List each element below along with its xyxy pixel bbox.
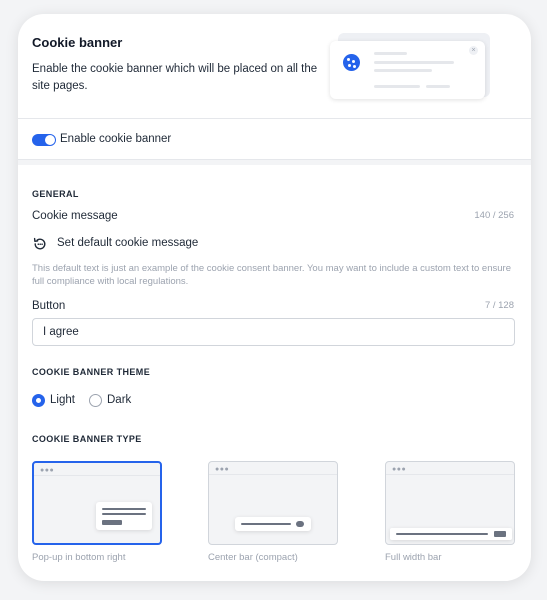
center-bar-preview	[235, 517, 311, 531]
theme-heading: COOKIE BANNER THEME	[32, 367, 151, 377]
window-dots-icon: ●●●	[392, 466, 407, 473]
toggle-knob	[45, 135, 55, 145]
general-heading: GENERAL	[32, 189, 79, 199]
preview-button	[296, 521, 304, 527]
button-counter: 7 / 128	[484, 300, 514, 311]
cookie-message-counter: 140 / 256	[474, 210, 514, 221]
button-label: Button	[32, 300, 66, 312]
reset-icon	[33, 237, 46, 250]
full-width-bar-preview	[390, 528, 512, 540]
settings-header: Cookie banner Enable the cookie banner w…	[18, 14, 531, 119]
page-title: Cookie banner	[32, 35, 123, 50]
radio-dot	[32, 394, 45, 407]
illustration-line	[374, 52, 407, 55]
cookie-icon	[343, 54, 360, 71]
popup-preview	[96, 502, 152, 530]
preview-line	[102, 513, 146, 515]
close-icon: ×	[469, 46, 478, 55]
illustration-button	[374, 85, 420, 88]
banner-type-popup-option[interactable]: ●●●	[32, 461, 162, 545]
illustration-line	[374, 61, 454, 64]
preview-button	[102, 520, 122, 525]
button-text-input[interactable]	[32, 318, 515, 346]
theme-light-label: Light	[50, 394, 75, 406]
illustration-button	[426, 85, 450, 88]
banner-type-full-width-option[interactable]: ●●●	[385, 461, 515, 545]
window-topbar	[34, 475, 160, 476]
banner-type-full-width-label: Full width bar	[385, 552, 442, 563]
cookie-message-label: Cookie message	[32, 210, 118, 222]
cookie-message-hint: This default text is just an example of …	[32, 263, 511, 287]
window-dots-icon: ●●●	[40, 467, 55, 474]
set-default-message-label: Set default cookie message	[57, 237, 199, 249]
enable-cookie-banner-toggle[interactable]	[32, 134, 56, 146]
window-topbar	[386, 474, 514, 475]
banner-type-popup-label: Pop-up in bottom right	[32, 552, 126, 563]
banner-type-center-bar-label: Center bar (compact)	[208, 552, 298, 563]
banner-type-heading: COOKIE BANNER TYPE	[32, 434, 142, 444]
preview-line	[241, 523, 291, 525]
banner-illustration: ×	[330, 41, 485, 99]
enable-cookie-banner-label: Enable cookie banner	[60, 133, 172, 145]
window-dots-icon: ●●●	[215, 466, 230, 473]
section-divider	[18, 159, 531, 165]
preview-line	[102, 508, 146, 510]
page-description: Enable the cookie banner which will be p…	[32, 63, 318, 92]
preview-line	[396, 533, 488, 535]
preview-button	[494, 531, 506, 537]
illustration-line	[374, 69, 432, 72]
window-topbar	[209, 474, 337, 475]
theme-dark-label: Dark	[107, 394, 132, 406]
cookie-banner-settings-card: Cookie banner Enable the cookie banner w…	[18, 14, 531, 581]
banner-type-center-bar-option[interactable]: ●●●	[208, 461, 338, 545]
radio-dot	[89, 394, 102, 407]
enable-cookie-banner-row: Enable cookie banner	[18, 119, 531, 159]
